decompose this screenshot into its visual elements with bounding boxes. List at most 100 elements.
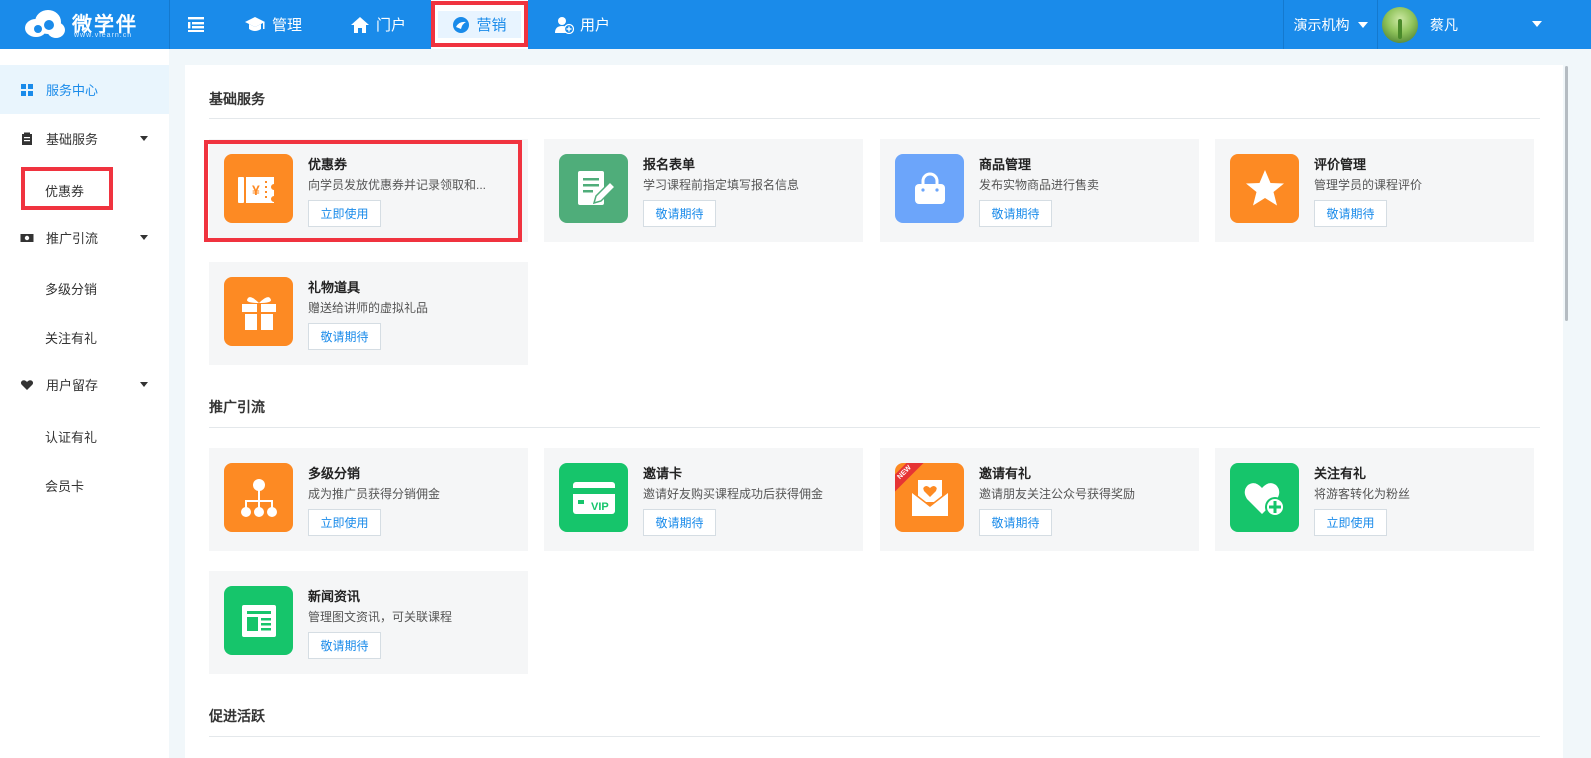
coming-soon-button[interactable]: 敬请期待 [308, 632, 381, 659]
chevron-down-icon [140, 235, 148, 240]
heart-envelope-icon: NEW [895, 463, 964, 532]
card-title: 邀请有礼 [979, 466, 1032, 481]
card-desc: 管理图文资讯，可关联课程 [308, 610, 453, 624]
chevron-down-icon [140, 382, 148, 387]
card-title: 礼物道具 [308, 280, 361, 295]
nav-users-label: 用户 [580, 17, 611, 34]
coming-soon-button[interactable]: 敬请期待 [643, 509, 716, 536]
brand-url: www.vlearn.cn [74, 32, 133, 39]
main-content: 基础服务 ¥ 优惠券 向学员发放优惠券并记录领取和... 立即使用 报名表单 学… [185, 65, 1563, 758]
coming-soon-button[interactable]: 敬请期待 [979, 200, 1052, 227]
section-title: 基础服务 [209, 91, 265, 107]
sidebar-item-retention[interactable]: 用户留存 [0, 360, 169, 409]
card-desc: 向学员发放优惠券并记录领取和... [308, 178, 487, 192]
vip-card-icon: VIP [559, 463, 628, 532]
service-card-invite-card[interactable]: VIP 邀请卡 邀请好友购买课程成功后获得佣金 敬请期待 [544, 448, 863, 551]
sidebar-item-label: 用户留存 [46, 378, 99, 393]
clipboard-icon [22, 132, 32, 145]
nav-marketing-label: 营销 [476, 17, 507, 34]
hierarchy-icon [224, 463, 293, 532]
use-now-button[interactable]: 立即使用 [308, 200, 381, 227]
card-desc: 成为推广员获得分销佣金 [308, 487, 441, 501]
nav-manage[interactable]: 管理 [244, 0, 302, 49]
service-card-coupon[interactable]: ¥ 优惠券 向学员发放优惠券并记录领取和... 立即使用 [209, 139, 528, 242]
scrollbar-thumb[interactable] [1565, 66, 1568, 321]
org-selector[interactable]: 演示机构 [1283, 0, 1377, 49]
svg-text:VIP: VIP [591, 501, 609, 513]
nav-portal-label: 门户 [376, 17, 407, 34]
card-title: 多级分销 [308, 466, 361, 481]
user-add-icon [555, 16, 574, 34]
menu-toggle-icon[interactable] [186, 14, 206, 34]
sidebar-subitem-follow-gift[interactable]: 关注有礼 [45, 328, 97, 347]
card-title: 商品管理 [979, 157, 1032, 172]
section-title: 推广引流 [209, 399, 265, 415]
nav-marketing[interactable]: 营销 [431, 0, 528, 49]
sidebar-item-service-center[interactable]: 服务中心 [0, 65, 169, 114]
sidebar-subitem-verify-gift[interactable]: 认证有礼 [45, 427, 97, 446]
org-label: 演示机构 [1293, 16, 1350, 33]
form-edit-icon [559, 154, 628, 223]
service-card-multilevel[interactable]: 多级分销 成为推广员获得分销佣金 立即使用 [209, 448, 528, 551]
home-icon [351, 16, 369, 33]
coming-soon-button[interactable]: 敬请期待 [643, 200, 716, 227]
card-title: 优惠券 [308, 157, 348, 172]
use-now-button[interactable]: 立即使用 [1314, 509, 1387, 536]
card-desc: 管理学员的课程评价 [1314, 178, 1423, 192]
sidebar-item-label: 基础服务 [46, 132, 99, 147]
shopping-bag-icon [895, 154, 964, 223]
coming-soon-button[interactable]: 敬请期待 [1314, 200, 1387, 227]
card-desc: 邀请朋友关注公众号获得奖励 [979, 487, 1136, 501]
card-desc: 邀请好友购买课程成功后获得佣金 [643, 487, 824, 501]
section-divider [209, 118, 1540, 119]
card-title: 邀请卡 [643, 466, 683, 481]
chevron-down-icon [140, 136, 148, 141]
gift-icon [224, 277, 293, 346]
logo[interactable]: 微学伴 www.vlearn.cn [0, 0, 170, 49]
svg-text:¥: ¥ [252, 182, 260, 198]
user-name: 蔡凡 [1430, 16, 1458, 33]
card-desc: 学习课程前指定填写报名信息 [643, 178, 800, 192]
card-title: 关注有礼 [1314, 466, 1367, 481]
service-card-gifts[interactable]: 礼物道具 赠送给讲师的虚拟礼品 敬请期待 [209, 262, 528, 365]
service-card-follow-gift[interactable]: 关注有礼 将游客转化为粉丝 立即使用 [1215, 448, 1534, 551]
coupon-icon: ¥ [224, 154, 293, 223]
sidebar-item-label: 服务中心 [46, 83, 99, 98]
user-caret-icon [1532, 21, 1542, 27]
card-title: 新闻资讯 [308, 589, 361, 604]
service-card-invite-gift[interactable]: NEW 邀请有礼 邀请朋友关注公众号获得奖励 敬请期待 [880, 448, 1199, 551]
graduation-cap-icon [245, 16, 265, 31]
use-now-button[interactable]: 立即使用 [308, 509, 381, 536]
heart-plus-icon [1230, 463, 1299, 532]
top-navbar: 微学伴 www.vlearn.cn 管理 门户 营销 用户 演示机构 蔡凡 [0, 0, 1591, 49]
section-divider [209, 736, 1540, 737]
card-desc: 赠送给讲师的虚拟礼品 [308, 301, 429, 315]
nav-users[interactable]: 用户 [554, 0, 610, 49]
sidebar-item-basic-services[interactable]: 基础服务 [0, 114, 169, 163]
money-icon [20, 233, 34, 242]
sidebar-item-label: 推广引流 [46, 231, 99, 246]
section-divider [209, 427, 1540, 428]
card-title: 评价管理 [1314, 157, 1367, 172]
coming-soon-button[interactable]: 敬请期待 [979, 509, 1052, 536]
service-card-reviews[interactable]: 评价管理 管理学员的课程评价 敬请期待 [1215, 139, 1534, 242]
marketing-icon [453, 16, 470, 33]
nav-portal[interactable]: 门户 [350, 0, 406, 49]
heart-icon [20, 379, 34, 390]
sidebar-subitem-coupon[interactable]: 优惠券 [45, 181, 84, 200]
sidebar-item-promotion[interactable]: 推广引流 [0, 213, 169, 262]
section-title: 促进活跃 [209, 708, 265, 724]
coming-soon-button[interactable]: 敬请期待 [308, 323, 381, 350]
sidebar-subitem-member-card[interactable]: 会员卡 [45, 476, 84, 495]
card-title: 报名表单 [643, 157, 696, 172]
sidebar: 服务中心 基础服务 优惠券 推广引流 多级分销 关注有礼 用户留存 认证有礼 会… [0, 49, 169, 758]
nav-marketing-inner: 营销 [438, 11, 521, 38]
sidebar-subitem-distribution[interactable]: 多级分销 [45, 279, 97, 298]
news-icon [224, 586, 293, 655]
service-card-news[interactable]: 新闻资讯 管理图文资讯，可关联课程 敬请期待 [209, 571, 528, 674]
service-card-products[interactable]: 商品管理 发布实物商品进行售卖 敬请期待 [880, 139, 1199, 242]
card-desc: 将游客转化为粉丝 [1314, 487, 1411, 501]
card-desc: 发布实物商品进行售卖 [979, 178, 1100, 192]
user-menu[interactable]: 蔡凡 [1377, 0, 1552, 49]
service-card-signup-form[interactable]: 报名表单 学习课程前指定填写报名信息 敬请期待 [544, 139, 863, 242]
